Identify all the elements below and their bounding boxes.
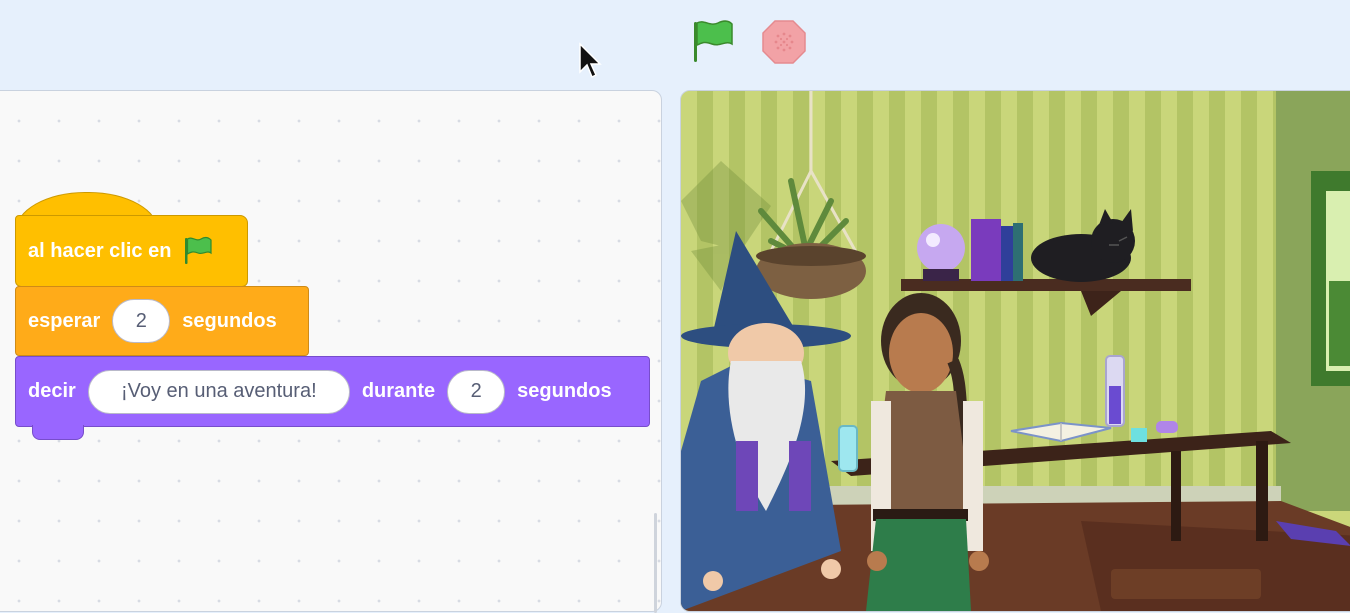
potion-flask [1105, 355, 1125, 427]
say-block-bottom-tab [32, 425, 84, 440]
say-unit-label: segundos [517, 380, 612, 402]
wait-block-label: esperar [28, 309, 101, 332]
hat-block-label: al hacer clic en [28, 239, 172, 262]
top-toolbar [0, 0, 1350, 90]
wizard-room-backdrop [681, 91, 1350, 611]
say-block-label: decir [28, 380, 76, 402]
workspace-scrollbar[interactable] [654, 513, 657, 613]
say-during-label: durante [361, 380, 436, 402]
green-flag-button[interactable] [688, 16, 740, 68]
mouse-pointer-icon [579, 42, 602, 79]
wait-block[interactable]: esperar 2 segundos [15, 286, 309, 356]
say-message-input[interactable]: ¡Voy en una aventura! [87, 369, 350, 414]
stage[interactable] [680, 90, 1350, 612]
wait-seconds-input[interactable]: 2 [112, 299, 171, 343]
wait-unit-label: segundos [182, 309, 277, 332]
stop-button[interactable] [758, 16, 810, 68]
green-flag-icon [694, 20, 733, 62]
crystal-ball [917, 224, 965, 281]
green-flag-icon [185, 236, 213, 264]
when-flag-clicked-block[interactable]: al hacer clic en [15, 215, 248, 287]
stop-icon [762, 20, 806, 64]
say-for-secs-block[interactable]: decir ¡Voy en una aventura! durante 2 se… [15, 356, 650, 427]
say-seconds-input[interactable]: 2 [447, 369, 506, 414]
